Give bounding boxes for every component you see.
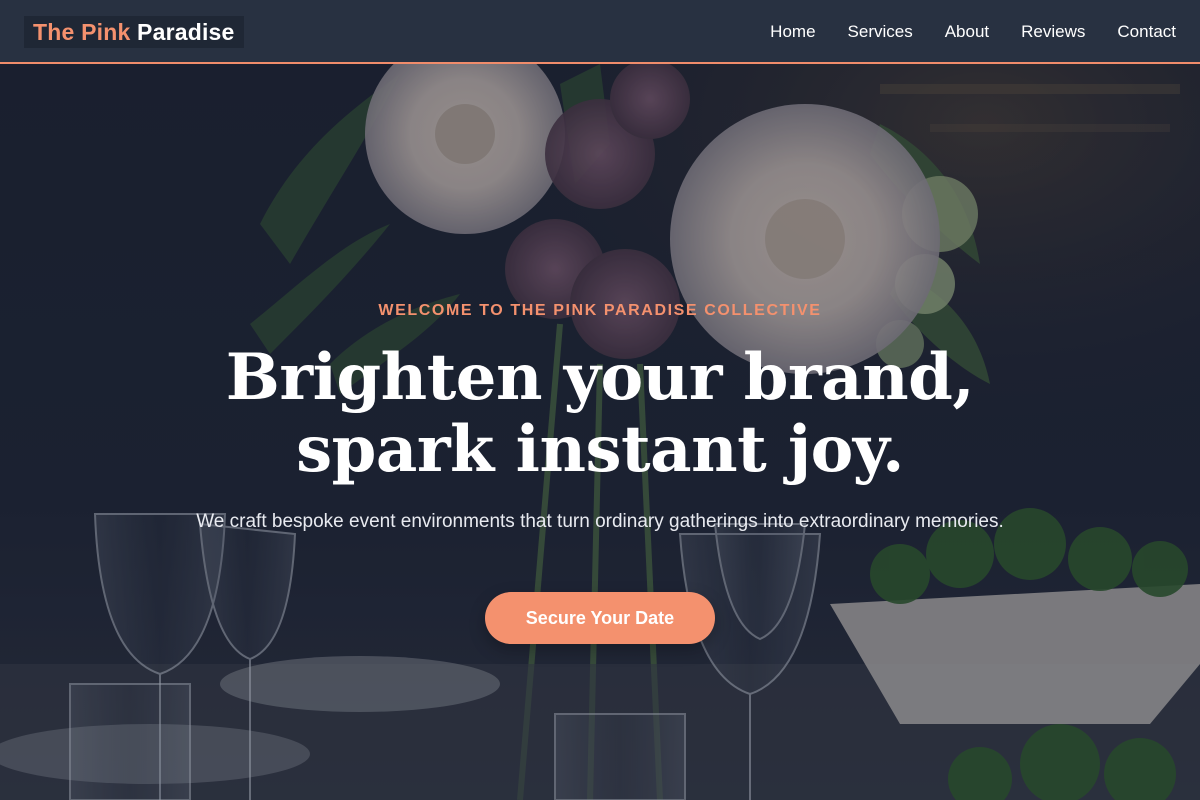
brand-logo[interactable]: The Pink Paradise [24,16,244,48]
nav-link-about[interactable]: About [945,22,989,42]
nav-link-home[interactable]: Home [770,22,815,42]
hero-headline-line-2: spark instant joy. [296,412,904,487]
hero-eyebrow: Welcome to The Pink Paradise Collective [378,302,822,319]
top-navbar: The Pink Paradise Home Services About Re… [0,0,1200,64]
nav-link-contact[interactable]: Contact [1117,22,1176,42]
brand-logo-rest: Paradise [130,19,235,45]
hero-content: Welcome to The Pink Paradise Collective … [0,64,1200,800]
main-nav: Home Services About Reviews Contact [738,0,1176,64]
hero-headline: Brighten your brand, spark instant joy. [100,342,1100,486]
hero-section: Welcome to The Pink Paradise Collective … [0,64,1200,800]
hero-headline-line-1: Brighten your brand, [225,340,975,415]
brand-logo-accent: The Pink [33,19,131,45]
secure-your-date-button[interactable]: Secure Your Date [485,592,715,644]
hero-subtext: We craft bespoke event environments that… [196,511,1004,532]
nav-link-services[interactable]: Services [848,22,913,42]
nav-link-reviews[interactable]: Reviews [1021,22,1085,42]
